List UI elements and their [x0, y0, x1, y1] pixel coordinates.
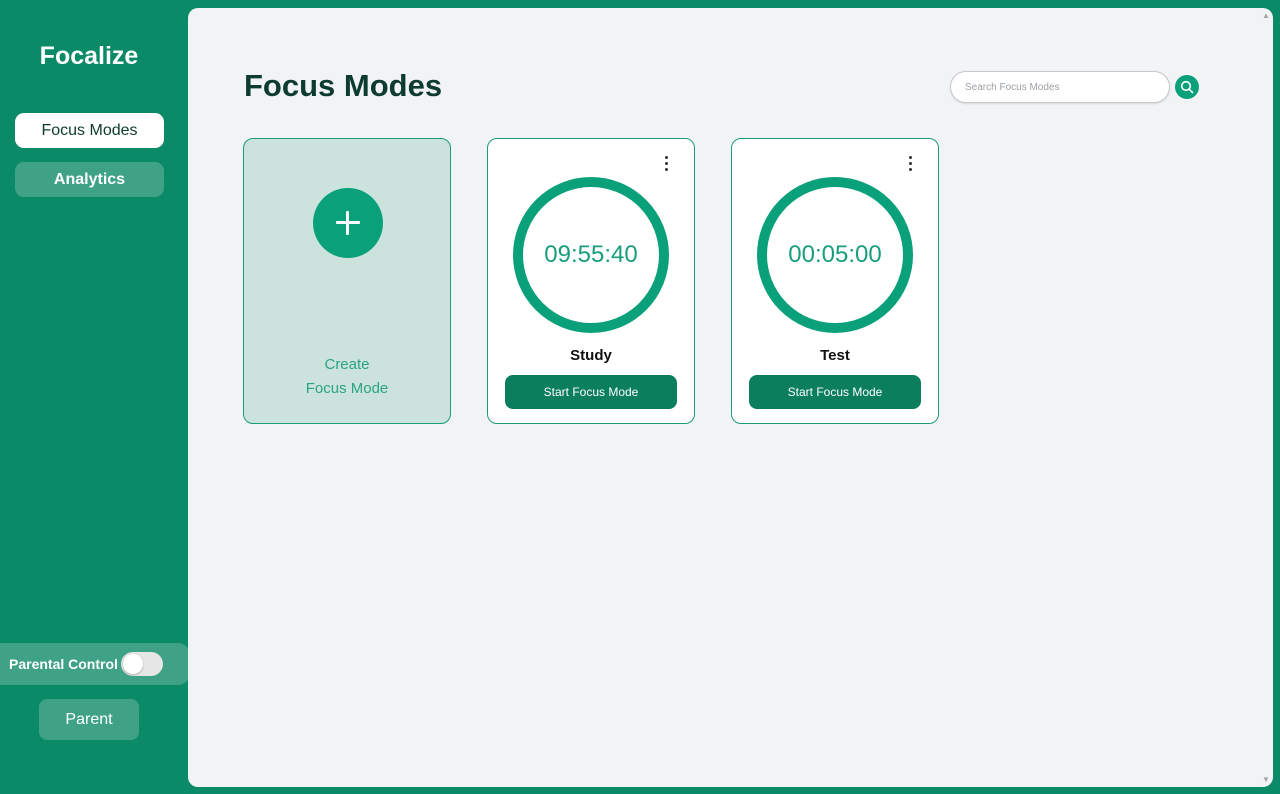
sidebar-item-analytics[interactable]: Analytics: [15, 162, 164, 197]
parental-control-panel: Parental Control: [0, 643, 190, 685]
timer-display: 00:05:00: [788, 241, 882, 268]
scroll-down-icon[interactable]: ▼: [1262, 775, 1270, 784]
search-input[interactable]: [950, 71, 1170, 103]
search-icon: [1180, 80, 1194, 94]
create-focus-mode-card[interactable]: Create Focus Mode: [243, 138, 451, 424]
sidebar-item-focus-modes[interactable]: Focus Modes: [15, 113, 164, 148]
focus-mode-name: Test: [820, 347, 850, 364]
parental-control-toggle[interactable]: [121, 652, 163, 676]
parent-button[interactable]: Parent: [39, 699, 139, 740]
more-vertical-icon[interactable]: [657, 154, 675, 172]
start-focus-mode-button[interactable]: Start Focus Mode: [505, 375, 677, 409]
toggle-knob: [123, 654, 143, 674]
app-logo: Focalize: [39, 42, 139, 70]
focus-mode-name: Study: [570, 347, 612, 364]
more-vertical-icon[interactable]: [901, 154, 919, 172]
timer-ring: 00:05:00: [757, 177, 913, 333]
timer-display: 09:55:40: [544, 241, 638, 268]
page-title: Focus Modes: [244, 68, 443, 103]
parental-control-label: Parental Control: [9, 656, 118, 672]
start-focus-mode-button[interactable]: Start Focus Mode: [749, 375, 921, 409]
search-button[interactable]: [1175, 75, 1199, 99]
focus-mode-card-test: 00:05:00 Test Start Focus Mode: [731, 138, 939, 424]
focus-mode-card-study: 09:55:40 Study Start Focus Mode: [487, 138, 695, 424]
scrollbar[interactable]: ▲ ▼: [1259, 8, 1273, 787]
timer-ring: 09:55:40: [513, 177, 669, 333]
plus-icon[interactable]: [313, 188, 383, 258]
main-content: ▲ ▼ Focus Modes Create Focus Mode 09:55:…: [188, 8, 1273, 787]
create-focus-mode-label: Create Focus Mode: [305, 356, 389, 397]
scroll-up-icon[interactable]: ▲: [1262, 11, 1270, 20]
sidebar: Focalize Focus Modes Analytics Parental …: [0, 0, 190, 794]
